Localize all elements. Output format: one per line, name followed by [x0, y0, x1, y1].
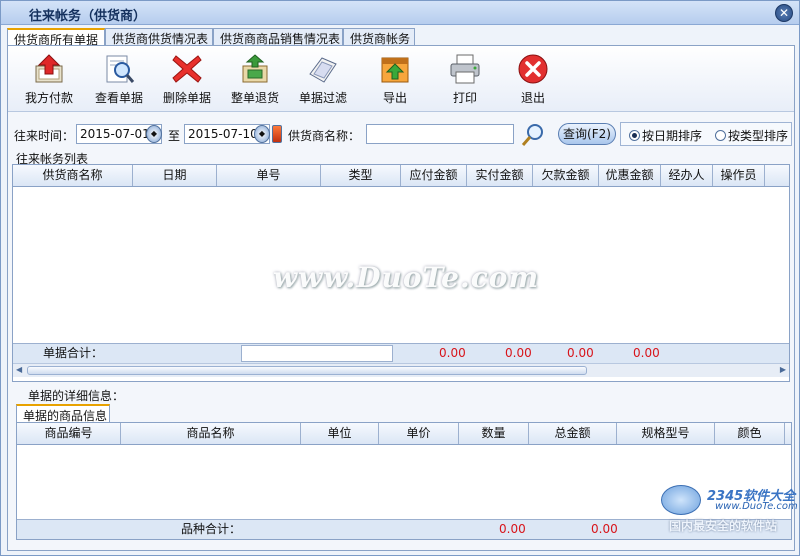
col-number[interactable]: 单号 — [217, 165, 321, 186]
col-operator[interactable]: 操作员 — [713, 165, 765, 186]
sort-date-label: 按日期排序 — [642, 129, 703, 143]
col-total-amount[interactable]: 总金额 — [529, 423, 617, 444]
col-owed[interactable]: 欠款金额 — [533, 165, 599, 186]
detail-total-quantity: 0.00 — [499, 522, 526, 536]
pay-button[interactable]: 我方付款 — [18, 52, 80, 108]
radio-dot-icon — [629, 130, 640, 141]
ledger-total-paid: 0.00 — [505, 346, 532, 360]
detail-section-label: 单据的详细信息： — [28, 389, 125, 403]
app-window: 往来帐务（供货商） ✕ 供货商所有单据 供货商供货情况表 供货商商品销售情况表 … — [0, 0, 800, 556]
sort-by-type-radio[interactable]: 按类型排序 — [715, 127, 788, 144]
ledger-total-owed: 0.00 — [567, 346, 594, 360]
filter-document-icon — [309, 57, 337, 83]
tab-supplier-account[interactable]: 供货商帐务 — [343, 28, 415, 46]
window-title: 往来帐务（供货商） — [29, 9, 147, 24]
magnify-document-icon — [106, 55, 135, 83]
ledger-total-field[interactable] — [241, 345, 393, 362]
col-goods-code[interactable]: 商品编号 — [17, 423, 121, 444]
exit-label: 退出 — [520, 91, 545, 105]
detail-total-amount: 0.00 — [591, 522, 618, 536]
close-icon[interactable]: ✕ — [775, 4, 793, 22]
detail-header: 商品编号 商品名称 单位 单价 数量 总金额 规格型号 颜色 — [17, 423, 791, 445]
sort-radio-group: 按日期排序 按类型排序 — [620, 122, 792, 146]
tab-document-goods[interactable]: 单据的商品信息 — [16, 404, 110, 423]
col-paid[interactable]: 实付金额 — [467, 165, 533, 186]
tab-all-documents[interactable]: 供货商所有单据 — [7, 28, 105, 47]
col-color[interactable]: 颜色 — [715, 423, 785, 444]
printer-icon — [450, 54, 480, 84]
return-goods-icon — [242, 54, 268, 83]
print-label: 打印 — [452, 91, 477, 105]
upload-payment-icon — [35, 54, 63, 83]
pay-button-label: 我方付款 — [24, 91, 73, 105]
brand-line-3: 国内最安全的软件站 — [669, 519, 778, 533]
return-goods-label: 整单退货 — [230, 91, 279, 105]
print-button[interactable]: 打印 — [434, 52, 496, 108]
brand-overlay: 2345软件大全 www.DuoTe.com 国内最安全的软件站 — [661, 485, 800, 556]
sort-type-label: 按类型排序 — [728, 129, 789, 143]
delete-document-button[interactable]: 删除单据 — [156, 52, 218, 108]
scroll-left-icon[interactable]: ◀ — [16, 365, 22, 374]
supplier-name-input[interactable] — [366, 124, 514, 144]
col-discount[interactable]: 优惠金额 — [599, 165, 661, 186]
detail-total-label: 品种合计： — [181, 522, 242, 536]
mascot-logo — [661, 485, 701, 515]
ledger-horizontal-scrollbar[interactable]: ◀ ▶ — [13, 363, 789, 377]
sort-by-date-radio[interactable]: 按日期排序 — [629, 127, 702, 144]
ledger-footer: 单据合计： 0.00 0.00 0.00 0.00 — [13, 343, 789, 363]
ledger-total-label: 单据合计： — [43, 346, 104, 360]
main-panel: 我方付款 查看单据 删除单据 整单退货 单据过滤 导出 打印 退出 往来时间： … — [7, 45, 795, 551]
tab-supply-report[interactable]: 供货商供货情况表 — [105, 28, 213, 46]
export-label: 导出 — [382, 91, 407, 105]
date-to-spin-icon[interactable]: ◆ — [254, 125, 270, 143]
exit-icon — [518, 54, 548, 84]
brand-line-2: www.DuoTe.com — [715, 501, 798, 512]
delete-x-icon — [172, 55, 202, 83]
title-bar: 往来帐务（供货商） ✕ — [1, 1, 799, 25]
filter-document-button[interactable]: 单据过滤 — [292, 52, 354, 108]
view-document-button[interactable]: 查看单据 — [88, 52, 150, 108]
scroll-right-icon[interactable]: ▶ — [780, 365, 786, 374]
ledger-total-payable: 0.00 — [439, 346, 466, 360]
time-label: 往来时间： — [14, 129, 75, 143]
search-icon[interactable] — [520, 122, 546, 148]
col-spec-model[interactable]: 规格型号 — [617, 423, 715, 444]
to-label: 至 — [168, 129, 181, 143]
ledger-header: 供货商名称 日期 单号 类型 应付金额 实付金额 欠款金额 优惠金额 经办人 操… — [13, 165, 789, 187]
col-goods-name[interactable]: 商品名称 — [121, 423, 301, 444]
export-button[interactable]: 导出 — [364, 52, 426, 108]
col-supplier[interactable]: 供货商名称 — [13, 165, 133, 186]
radio-dot-icon — [715, 130, 726, 141]
col-handler[interactable]: 经办人 — [661, 165, 713, 186]
col-quantity[interactable]: 数量 — [459, 423, 529, 444]
toolbar: 我方付款 查看单据 删除单据 整单退货 单据过滤 导出 打印 退出 — [8, 46, 794, 112]
date-from-spin-icon[interactable]: ◆ — [146, 125, 162, 143]
query-button[interactable]: 查询(F2) — [558, 123, 616, 145]
filter-document-label: 单据过滤 — [298, 91, 347, 105]
watermark-text: www.DuoTe.com — [273, 261, 540, 294]
supplier-label: 供货商名称： — [288, 129, 361, 143]
col-payable[interactable]: 应付金额 — [401, 165, 467, 186]
return-goods-button[interactable]: 整单退货 — [224, 52, 286, 108]
col-date[interactable]: 日期 — [133, 165, 217, 186]
view-document-label: 查看单据 — [94, 91, 143, 105]
exit-button[interactable]: 退出 — [502, 52, 564, 108]
scroll-thumb[interactable] — [27, 366, 587, 375]
filter-bar: 往来时间： 2015-07-01 ◆ 至 2015-07-10 ◆ 供货商名称：… — [8, 122, 794, 148]
col-type[interactable]: 类型 — [321, 165, 401, 186]
tab-sales-report[interactable]: 供货商商品销售情况表 — [213, 28, 343, 46]
ledger-total-discount: 0.00 — [633, 346, 660, 360]
delete-document-label: 删除单据 — [162, 91, 211, 105]
col-unit[interactable]: 单位 — [301, 423, 379, 444]
col-unit-price[interactable]: 单价 — [379, 423, 459, 444]
date-dropdown-icon[interactable] — [272, 125, 282, 143]
export-icon — [381, 57, 409, 83]
